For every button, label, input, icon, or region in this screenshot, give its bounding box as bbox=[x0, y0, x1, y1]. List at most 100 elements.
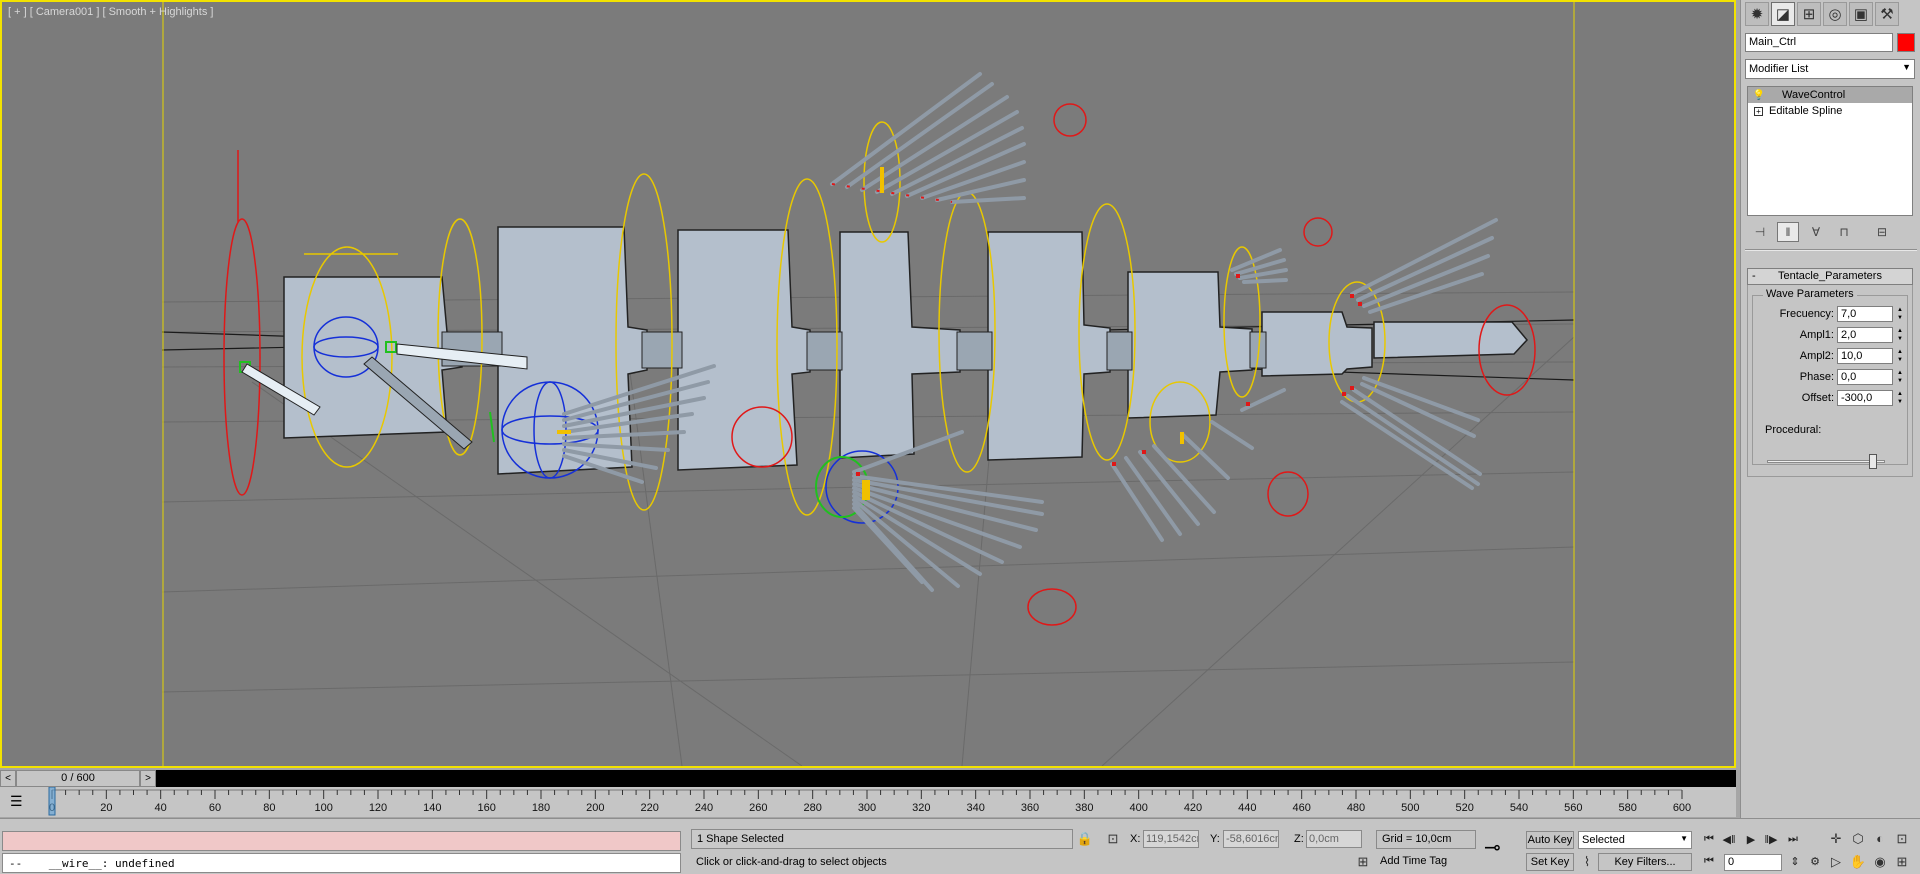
slider-handle[interactable] bbox=[1869, 454, 1878, 469]
add-time-tag-button[interactable]: Add Time Tag bbox=[1380, 855, 1447, 867]
stack-item-label: WaveControl bbox=[1782, 89, 1846, 101]
spinner-arrows-icon[interactable]: ⇕ bbox=[1784, 855, 1806, 868]
ampl2-spinner-field[interactable]: 10,0 bbox=[1837, 348, 1893, 364]
next-frame-button[interactable]: > bbox=[140, 770, 156, 787]
grid-size: Grid = 10,0cm bbox=[1376, 830, 1476, 849]
orbit-icon[interactable]: ◐ bbox=[1870, 829, 1890, 849]
viewport-label[interactable]: [ + ] [ Camera001 ] [ Smooth + Highlight… bbox=[8, 6, 213, 18]
roll-icon[interactable]: ⊞ bbox=[1892, 852, 1912, 872]
time-tag-icon[interactable]: ⊞ bbox=[1354, 853, 1372, 871]
ruler-label: 260 bbox=[749, 802, 767, 814]
arrow-right-icon: > bbox=[145, 773, 151, 784]
ruler-label: 60 bbox=[209, 802, 221, 814]
current-frame-field[interactable]: 0 bbox=[1724, 854, 1782, 871]
frecuency-spinner-field[interactable]: 7,0 bbox=[1837, 306, 1893, 322]
go-to-end-icon[interactable]: ⏭ bbox=[1782, 833, 1804, 846]
pan-icon[interactable]: ✋ bbox=[1848, 852, 1868, 872]
zoom-all-icon[interactable]: ⬡ bbox=[1848, 829, 1868, 849]
go-to-start-icon[interactable]: ⏮ bbox=[1698, 833, 1720, 846]
x-coordinate-field[interactable]: 119,1542cn bbox=[1143, 830, 1199, 848]
make-unique-button[interactable]: ∀ bbox=[1805, 222, 1827, 242]
ruler-label: 280 bbox=[803, 802, 821, 814]
ruler-label: 100 bbox=[314, 802, 332, 814]
spinner-arrows-icon[interactable]: ▲ ▼ bbox=[1895, 306, 1905, 322]
utilities-tab[interactable]: ⚒ bbox=[1875, 2, 1899, 26]
display-tab[interactable]: ▣ bbox=[1849, 2, 1873, 26]
ruler-label: 580 bbox=[1618, 802, 1636, 814]
previous-frame-icon[interactable]: ◀‖ bbox=[1718, 833, 1740, 846]
key-filters-button[interactable]: Key Filters... bbox=[1598, 853, 1692, 871]
object-name-field[interactable]: Main_Ctrl bbox=[1745, 33, 1893, 52]
dolly-icon[interactable]: ▷ bbox=[1826, 852, 1846, 872]
pin-stack-button[interactable]: ⊣ bbox=[1749, 222, 1771, 242]
param-ampl1: Ampl1: 2,0 ▲ ▼ bbox=[1753, 327, 1913, 344]
spinner-arrows-icon[interactable]: ▲ ▼ bbox=[1895, 348, 1905, 364]
remove-modifier-button[interactable]: ⊓ bbox=[1833, 222, 1855, 242]
key-mode-toggle-icon[interactable]: ⏮ bbox=[1698, 855, 1720, 868]
y-coordinate-field[interactable]: -58,6016cn bbox=[1223, 830, 1279, 848]
track-bar[interactable]: ☰ 02040608010012014016018020022024026028… bbox=[0, 787, 1736, 817]
param-offset: Offset: -300,0 ▲ ▼ bbox=[1753, 390, 1913, 407]
lock-icon[interactable]: 🔒 bbox=[1076, 830, 1094, 848]
stack-item-wavecontrol[interactable]: 💡 WaveControl bbox=[1748, 87, 1912, 103]
configure-sets-button[interactable]: ⊟ bbox=[1871, 222, 1893, 242]
selection-status: 1 Shape Selected bbox=[691, 829, 1073, 849]
time-slider[interactable]: < 0 / 600 > bbox=[0, 770, 1736, 787]
configure-icon: ⊟ bbox=[1876, 225, 1888, 239]
z-coordinate-field[interactable]: 0,0cm bbox=[1306, 830, 1362, 848]
modifier-list-dropdown[interactable]: Modifier List ▼ bbox=[1745, 59, 1915, 79]
phase-spinner-field[interactable]: 0,0 bbox=[1837, 369, 1893, 385]
maximize-viewport-icon[interactable]: ⊡ bbox=[1892, 829, 1912, 849]
ruler-label: 320 bbox=[912, 802, 930, 814]
key-icon[interactable]: ⊸ bbox=[1484, 835, 1501, 860]
current-frame-marker[interactable] bbox=[48, 787, 56, 816]
spinner-arrows-icon[interactable]: ▲ ▼ bbox=[1895, 390, 1905, 406]
pin-icon: ⊣ bbox=[1754, 225, 1766, 239]
hierarchy-tab[interactable]: ⊞ bbox=[1797, 2, 1821, 26]
play-icon[interactable]: ▶ bbox=[1740, 833, 1762, 846]
lightbulb-icon[interactable]: 💡 bbox=[1752, 90, 1766, 101]
expand-plus-icon[interactable]: + bbox=[1754, 106, 1763, 116]
object-color-swatch[interactable] bbox=[1897, 33, 1915, 52]
time-configuration-icon[interactable]: ⚙ bbox=[1804, 855, 1826, 868]
scene-canvas[interactable] bbox=[2, 2, 1734, 766]
modifier-stack[interactable]: 💡 WaveControl + Editable Spline bbox=[1747, 86, 1913, 216]
key-mode-dropdown[interactable]: Selected ▼ bbox=[1578, 831, 1692, 849]
panel-divider bbox=[1745, 249, 1917, 251]
absolute-mode-icon[interactable]: ⊡ bbox=[1104, 830, 1122, 848]
prompt-line: Click or click-and-drag to select object… bbox=[696, 856, 887, 868]
modify-tab[interactable]: ◪ bbox=[1771, 2, 1795, 26]
create-tab[interactable]: ✹ bbox=[1745, 2, 1769, 26]
rollout-header[interactable]: - Tentacle_Parameters bbox=[1747, 268, 1913, 285]
param-ampl2: Ampl2: 10,0 ▲ ▼ bbox=[1753, 348, 1913, 365]
maxscript-listener-output[interactable]: -- __wire__: undefined bbox=[2, 853, 681, 873]
ruler-label: 600 bbox=[1673, 802, 1691, 814]
maxscript-listener-input[interactable] bbox=[2, 831, 681, 851]
viewport-camera001[interactable]: [ + ] [ Camera001 ] [ Smooth + Highlight… bbox=[0, 0, 1736, 768]
ruler-label: 480 bbox=[1347, 802, 1365, 814]
show-end-result-button[interactable]: ‖ bbox=[1777, 222, 1799, 242]
x-label: X: bbox=[1130, 833, 1141, 845]
zoom-icon[interactable]: ✛ bbox=[1826, 829, 1846, 849]
ruler-label: 380 bbox=[1075, 802, 1093, 814]
stack-item-editable-spline[interactable]: + Editable Spline bbox=[1748, 103, 1912, 119]
motion-tab[interactable]: ◎ bbox=[1823, 2, 1847, 26]
truck-icon[interactable]: ◉ bbox=[1870, 852, 1890, 872]
stack-item-label: Editable Spline bbox=[1769, 105, 1843, 117]
offset-spinner-field[interactable]: -300,0 bbox=[1837, 390, 1893, 406]
procedural-slider[interactable] bbox=[1767, 454, 1885, 469]
time-slider-thumb[interactable]: 0 / 600 bbox=[16, 770, 140, 787]
param-phase: Phase: 0,0 ▲ ▼ bbox=[1753, 369, 1913, 386]
previous-frame-button[interactable]: < bbox=[0, 770, 16, 787]
make-unique-icon: ∀ bbox=[1811, 225, 1821, 239]
spinner-arrows-icon[interactable]: ▲ ▼ bbox=[1895, 369, 1905, 385]
set-keys-icon[interactable]: ⌇ bbox=[1578, 853, 1596, 871]
auto-key-button[interactable]: Auto Key bbox=[1526, 831, 1574, 849]
modify-icon: ◪ bbox=[1775, 6, 1791, 23]
ampl1-spinner-field[interactable]: 2,0 bbox=[1837, 327, 1893, 343]
spinner-arrows-icon[interactable]: ▲ ▼ bbox=[1895, 327, 1905, 343]
status-bar: -- __wire__: undefined 1 Shape Selected … bbox=[0, 818, 1920, 874]
frame-ruler[interactable]: 0204060801001201401601802002202402602803… bbox=[0, 787, 1736, 817]
next-frame-icon[interactable]: ‖▶ bbox=[1760, 833, 1782, 846]
set-key-button[interactable]: Set Key bbox=[1526, 853, 1574, 871]
